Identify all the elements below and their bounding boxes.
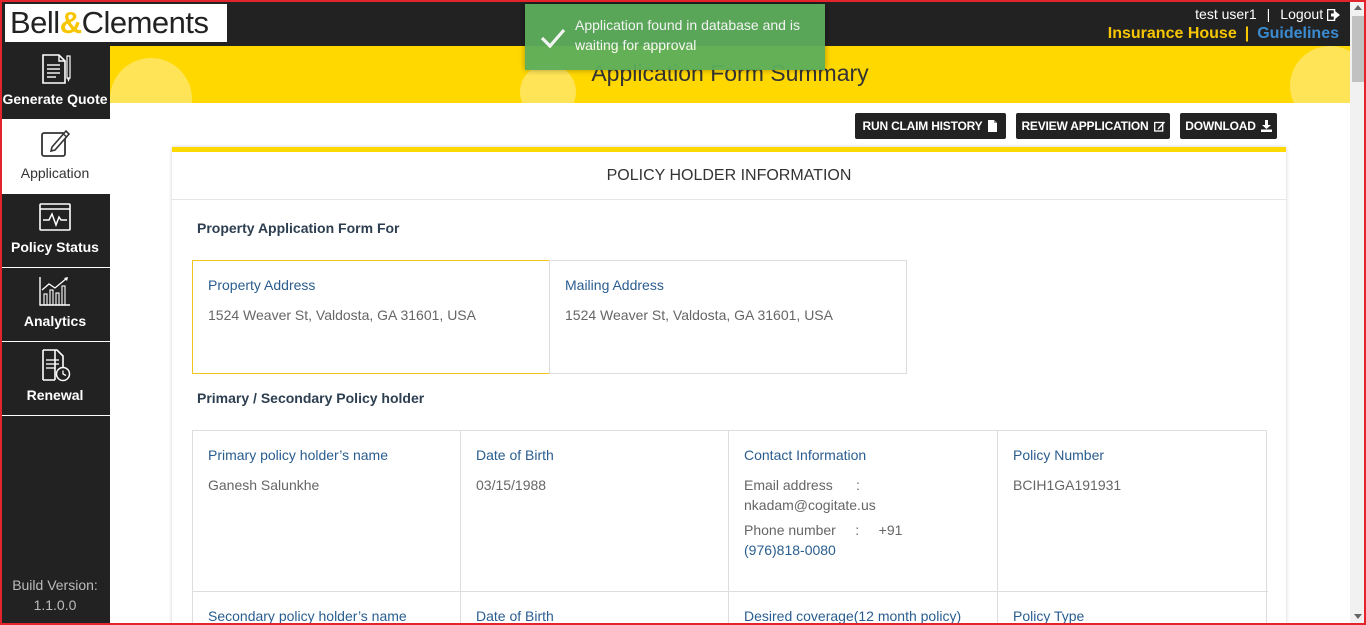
- sidebar-item-label: Renewal: [26, 387, 84, 403]
- property-address-value: 1524 Weaver St, Valdosta, GA 31601, USA: [208, 307, 476, 323]
- analytics-chart-icon: [39, 277, 70, 306]
- logout-link[interactable]: Logout: [1280, 6, 1340, 22]
- contact-label: Contact Information: [744, 447, 867, 463]
- user-separator: |: [1266, 6, 1271, 22]
- contact-cell: Contact Information Email address : nkad…: [729, 431, 998, 592]
- success-toast[interactable]: Application found in database and is wai…: [525, 4, 825, 70]
- renewal-clock-icon: [42, 349, 71, 382]
- status-monitor-icon: [39, 203, 71, 231]
- brand-logo[interactable]: Bell&Clements: [5, 4, 227, 42]
- scrollbar-thumb[interactable]: [1352, 16, 1364, 82]
- secondary-dob-cell: Date of Birth: [461, 592, 729, 625]
- email-value: nkadam@cogitate.us: [744, 497, 876, 513]
- edit-icon: [1153, 121, 1165, 132]
- build-version-value: 1.1.0.0: [33, 597, 77, 613]
- links-separator: |: [1244, 25, 1250, 42]
- toast-message: Application found in database and is wai…: [575, 17, 800, 53]
- email-label: Email address: [744, 477, 833, 493]
- run-claim-history-button[interactable]: RUN CLAIM HISTORY: [855, 113, 1006, 139]
- phone-block: Phone number : +91 (976)818-0080: [744, 520, 984, 560]
- policy-holders-grid: Primary policy holder’s name Ganesh Salu…: [192, 430, 1268, 625]
- sidebar-item-label: Generate Quote: [2, 91, 108, 107]
- desired-coverage-cell: Desired coverage(12 month policy): [729, 592, 998, 625]
- policy-type-cell: Policy Type: [998, 592, 1268, 625]
- user-name: test user1: [1195, 6, 1257, 22]
- sidebar-item-renewal[interactable]: Renewal: [0, 342, 110, 416]
- dob-cell: Date of Birth 03/15/1988: [461, 431, 729, 592]
- property-section-title: Property Application Form For: [197, 220, 400, 236]
- secondary-dob-label: Date of Birth: [476, 608, 554, 624]
- policy-number-cell: Policy Number BCIH1GA191931: [998, 431, 1268, 592]
- sidebar-item-generate-quote[interactable]: Generate Quote: [0, 46, 110, 120]
- guidelines-link[interactable]: Guidelines: [1257, 25, 1339, 43]
- download-label: DOWNLOAD: [1185, 119, 1256, 133]
- sidebar-item-label: Policy Status: [11, 239, 99, 255]
- file-icon: [988, 120, 998, 132]
- mailing-address-box[interactable]: Mailing Address 1524 Weaver St, Valdosta…: [549, 260, 907, 374]
- review-application-button[interactable]: REVIEW APPLICATION: [1016, 113, 1170, 139]
- phone-separator: :: [855, 522, 860, 538]
- download-icon: [1260, 120, 1272, 132]
- page-scrollbar[interactable]: [1350, 0, 1366, 625]
- card-heading: POLICY HOLDER INFORMATION: [172, 152, 1286, 200]
- property-address-box[interactable]: Property Address 1524 Weaver St, Valdost…: [192, 260, 550, 374]
- scroll-down-arrow-icon[interactable]: [1354, 614, 1362, 619]
- brand-name-right: Clements: [81, 5, 209, 40]
- logout-icon: [1327, 9, 1340, 22]
- sidebar-item-application[interactable]: Application: [0, 120, 110, 194]
- header-links: Insurance House | Guidelines: [1108, 25, 1339, 43]
- property-address-label: Property Address: [208, 277, 316, 293]
- sidebar-item-analytics[interactable]: Analytics: [0, 268, 110, 342]
- insurance-house-link[interactable]: Insurance House: [1108, 25, 1237, 43]
- primary-name-value: Ganesh Salunkhe: [208, 477, 320, 493]
- brand-name-left: Bell: [10, 5, 60, 40]
- sidebar-item-label: Analytics: [23, 313, 87, 329]
- logout-label: Logout: [1280, 6, 1324, 22]
- secondary-name-label: Secondary policy holder’s name: [208, 608, 407, 624]
- quote-document-icon: [42, 54, 71, 84]
- primary-name-label: Primary policy holder’s name: [208, 447, 388, 463]
- sidebar-item-label: Application: [20, 165, 90, 181]
- brand-name-amp: &: [59, 5, 82, 40]
- holders-section-title: Primary / Secondary Policy holder: [197, 390, 425, 406]
- phone-value[interactable]: (976)818-0080: [744, 542, 836, 558]
- policy-number-value: BCIH1GA191931: [1013, 477, 1122, 493]
- build-version-label: Build Version:: [12, 577, 98, 593]
- email-block: Email address : nkadam@cogitate.us: [744, 475, 984, 515]
- edit-pencil-icon: [41, 129, 71, 157]
- user-row: test user1 | Logout: [1195, 6, 1340, 22]
- policy-holder-card: POLICY HOLDER INFORMATION Property Appli…: [172, 147, 1286, 625]
- secondary-name-cell: Secondary policy holder’s name: [193, 592, 461, 625]
- dob-value: 03/15/1988: [476, 477, 547, 493]
- dob-label: Date of Birth: [476, 447, 554, 463]
- scroll-up-arrow-icon[interactable]: [1354, 5, 1362, 10]
- policy-type-label: Policy Type: [1013, 608, 1085, 624]
- build-version: Build Version: 1.1.0.0: [0, 575, 110, 615]
- mailing-address-label: Mailing Address: [565, 277, 664, 293]
- email-separator: :: [856, 477, 860, 493]
- download-button[interactable]: DOWNLOAD: [1180, 113, 1277, 139]
- run-claim-history-label: RUN CLAIM HISTORY: [862, 119, 983, 133]
- mailing-address-value: 1524 Weaver St, Valdosta, GA 31601, USA: [565, 307, 833, 323]
- sidebar-item-policy-status[interactable]: Policy Status: [0, 194, 110, 268]
- phone-label: Phone number: [744, 522, 836, 538]
- desired-coverage-label: Desired coverage(12 month policy): [744, 608, 962, 624]
- review-application-label: REVIEW APPLICATION: [1021, 119, 1149, 133]
- checkmark-icon: [540, 28, 566, 49]
- sidebar: Generate Quote Application Policy Status…: [0, 46, 110, 625]
- policy-number-label: Policy Number: [1013, 447, 1105, 463]
- phone-prefix: +91: [878, 522, 903, 538]
- primary-name-cell: Primary policy holder’s name Ganesh Salu…: [193, 431, 461, 592]
